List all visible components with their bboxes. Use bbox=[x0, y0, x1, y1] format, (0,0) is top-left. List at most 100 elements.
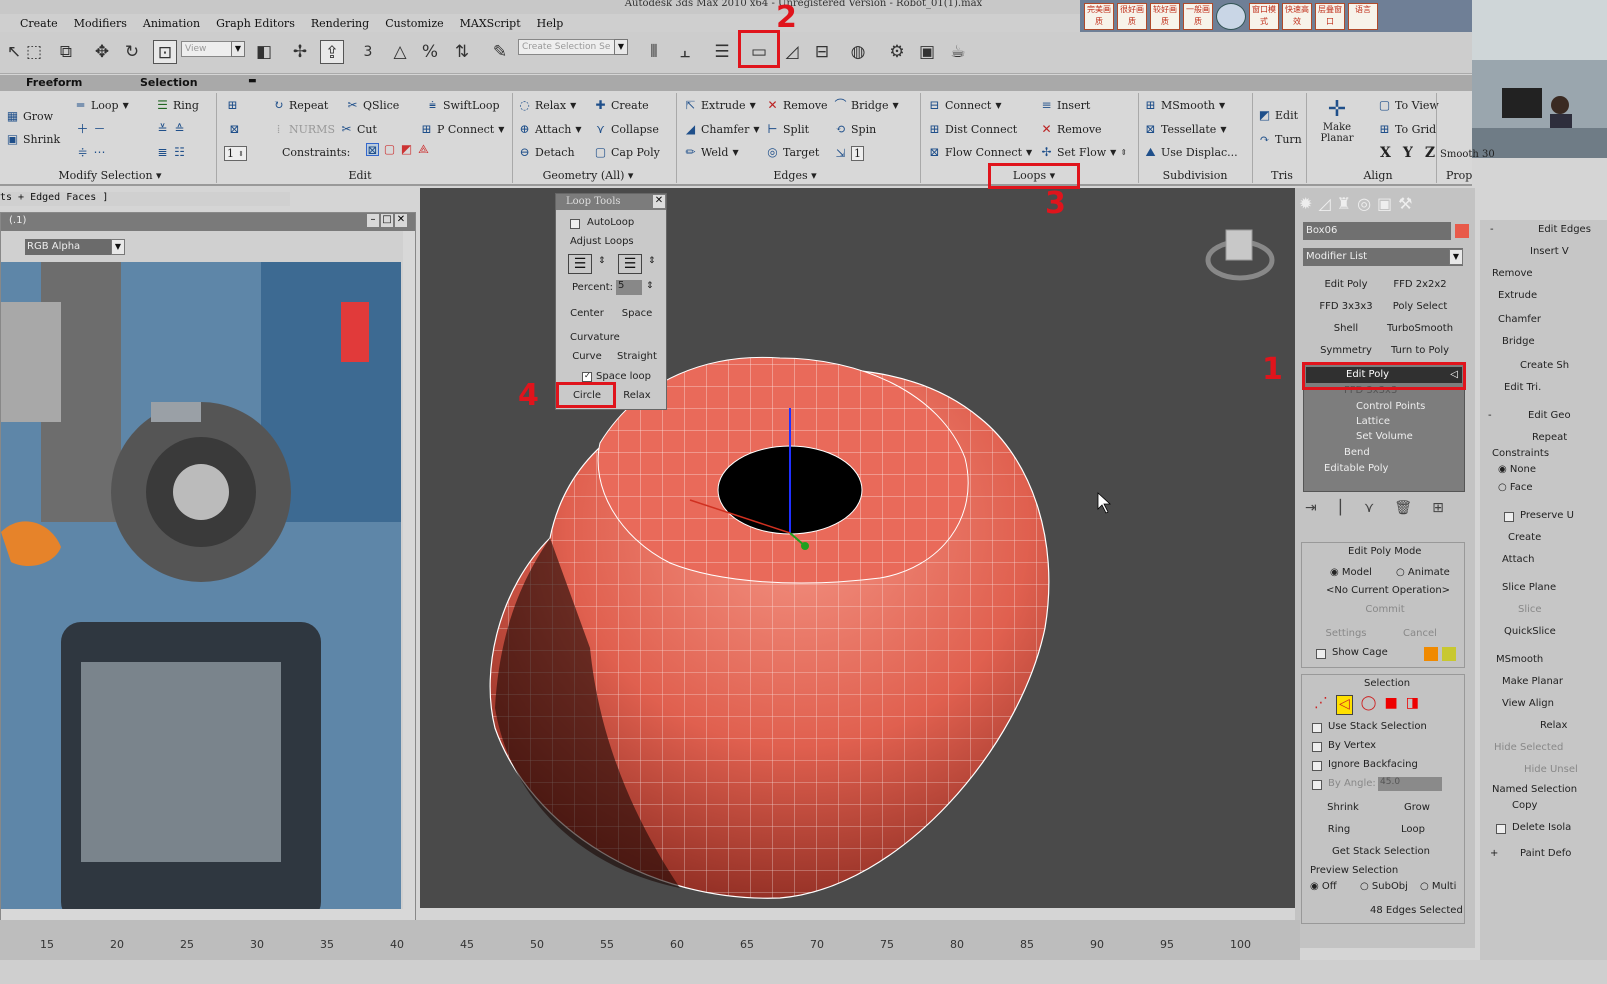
make-planar-geo-button[interactable]: Make Planar bbox=[1502, 676, 1563, 687]
create-geo-button[interactable]: Create bbox=[1508, 532, 1541, 543]
polygon-level-icon[interactable]: ■ bbox=[1384, 695, 1397, 715]
to-grid-button[interactable]: ⊞ To Grid bbox=[1378, 123, 1436, 137]
menu-rendering[interactable]: Rendering bbox=[311, 17, 369, 30]
relax-loop-button[interactable]: Relax bbox=[614, 388, 660, 404]
edit-named-sel-icon[interactable]: ✎ bbox=[488, 40, 512, 64]
maximize-icon[interactable]: □ bbox=[381, 214, 393, 227]
align-z-button[interactable]: Z bbox=[1425, 145, 1435, 161]
reference-coord-dropdown[interactable]: View bbox=[181, 41, 237, 57]
mod-edit-poly-button[interactable]: Edit Poly bbox=[1311, 276, 1381, 294]
motion-tab-icon[interactable]: ◎ bbox=[1357, 194, 1371, 216]
grow-selection-button[interactable]: Grow bbox=[1382, 799, 1452, 817]
window-mode-button[interactable]: 窗口模式 bbox=[1249, 2, 1279, 30]
cap-poly-button[interactable]: ▢ Cap Poly bbox=[594, 146, 660, 160]
vertex-level-icon[interactable]: ⋰ bbox=[1314, 695, 1328, 715]
slice-button[interactable]: Slice bbox=[1518, 604, 1542, 615]
spin-button[interactable]: ⟲ Spin bbox=[834, 123, 876, 137]
selection-title[interactable]: Selection bbox=[1364, 678, 1410, 689]
scale-icon[interactable]: ⊡ bbox=[153, 40, 177, 64]
remove-modifier-icon[interactable]: 🗑 bbox=[1394, 500, 1412, 516]
preview-subobj-radio[interactable]: ○ SubObj bbox=[1360, 881, 1408, 892]
split-button[interactable]: ⊢ Split bbox=[766, 123, 809, 137]
straight-button[interactable]: Straight bbox=[614, 349, 660, 365]
remove-button[interactable]: ✕ Remove bbox=[766, 99, 827, 113]
tessellate-button[interactable]: ⊠ Tessellate ▼ bbox=[1144, 123, 1226, 137]
menu-customize[interactable]: Customize bbox=[385, 17, 443, 30]
by-angle-checkbox[interactable] bbox=[1312, 780, 1322, 790]
spinner-icon[interactable]: ⇕ bbox=[648, 256, 656, 266]
msmooth-button[interactable]: ⊞ MSmooth ▼ bbox=[1144, 99, 1225, 113]
create-shape-button[interactable]: Create Sh bbox=[1520, 360, 1569, 371]
loop-grow-button[interactable]: ≑ ⋯ bbox=[76, 146, 106, 159]
spinner-icon[interactable]: ⇕ bbox=[646, 281, 654, 291]
configure-sets-icon[interactable]: ⊞ bbox=[1432, 500, 1444, 516]
hierarchy-tab-icon[interactable]: ♜ bbox=[1337, 194, 1351, 216]
move-icon[interactable]: ✥ bbox=[90, 40, 114, 64]
mod-ffd2-button[interactable]: FFD 2x2x2 bbox=[1385, 276, 1455, 294]
stack-item-bend[interactable]: Bend bbox=[1344, 447, 1370, 458]
tris-turn-button[interactable]: ↷ Turn bbox=[1258, 133, 1301, 147]
perspective-viewport[interactable] bbox=[420, 188, 1295, 908]
angle-input[interactable]: 45.0 bbox=[1378, 777, 1442, 791]
loop-selection-button[interactable]: Loop bbox=[1382, 821, 1444, 839]
create-tab-icon[interactable]: ✹ bbox=[1299, 194, 1312, 216]
expand-toggle[interactable]: + bbox=[1490, 848, 1498, 859]
utilities-tab-icon[interactable]: ⚒ bbox=[1398, 194, 1412, 216]
grow-button[interactable]: ▦ Grow bbox=[6, 110, 53, 124]
pconnect-button[interactable]: ⊞ P Connect ▼ bbox=[420, 123, 504, 137]
ring-shrink-button[interactable]: ≚ ≙ bbox=[156, 123, 186, 136]
selection-set-input[interactable]: Create Selection Se bbox=[518, 39, 618, 55]
percent-input[interactable]: 5 bbox=[616, 280, 642, 295]
insert-vertex-button[interactable]: Insert V bbox=[1530, 246, 1569, 257]
collapse-button[interactable]: ⋎ Collapse bbox=[594, 123, 659, 137]
loop-button[interactable]: ═ Loop ▼ bbox=[74, 99, 129, 113]
edit-spinner[interactable]: 1 ⇕ bbox=[224, 146, 247, 161]
minimize-icon[interactable]: – bbox=[367, 214, 379, 227]
bridge-edge-button[interactable]: Bridge bbox=[1502, 336, 1535, 347]
snap-icon[interactable]: 3 bbox=[356, 40, 380, 64]
display-tab-icon[interactable]: ▣ bbox=[1377, 194, 1392, 216]
loop-grow-icon[interactable]: ☰ bbox=[618, 254, 642, 274]
align-x-button[interactable]: X bbox=[1380, 145, 1391, 161]
spinner-snap-icon[interactable]: ⇅ bbox=[450, 40, 474, 64]
constraint-face-radio[interactable]: ○ Face bbox=[1498, 482, 1533, 493]
chevron-down-icon[interactable]: ▼ bbox=[231, 41, 245, 57]
relax-button[interactable]: ◌ Relax ▼ bbox=[518, 99, 576, 113]
chevron-down-icon[interactable]: ▼ bbox=[614, 39, 628, 55]
use-stack-checkbox[interactable] bbox=[1312, 723, 1322, 733]
connect-button[interactable]: ⊟ Connect ▼ bbox=[928, 99, 1001, 113]
mod-poly-select-button[interactable]: Poly Select bbox=[1385, 298, 1455, 316]
weld-button[interactable]: ✏ Weld ▼ bbox=[684, 146, 738, 160]
space-button[interactable]: Space bbox=[614, 306, 660, 322]
shrink-button[interactable]: ▣ Shrink bbox=[6, 133, 60, 147]
preserve-uv-button[interactable]: ⊠ bbox=[228, 123, 241, 136]
timeline-ruler[interactable] bbox=[0, 920, 1300, 960]
settings-button[interactable]: Settings bbox=[1312, 625, 1380, 643]
window-crossing-icon[interactable]: ⧉ bbox=[54, 40, 78, 64]
preserve-uvs-checkbox[interactable] bbox=[1504, 512, 1514, 522]
show-end-result-icon[interactable]: ⎮ bbox=[1337, 500, 1344, 516]
hide-selected-button[interactable]: Hide Selected bbox=[1494, 742, 1563, 753]
channel-dropdown[interactable]: RGB Alpha bbox=[25, 239, 115, 255]
to-view-button[interactable]: ▢ To View bbox=[1378, 99, 1439, 113]
by-vertex-checkbox[interactable] bbox=[1312, 742, 1322, 752]
stack-item-editable-poly[interactable]: Editable Poly bbox=[1324, 463, 1388, 474]
no-constraint-icon[interactable]: ⊠ bbox=[366, 143, 379, 157]
attach-button[interactable]: ⊕ Attach ▼ bbox=[518, 123, 581, 137]
tab-selection[interactable]: Selection bbox=[140, 76, 198, 89]
bridge-button[interactable]: ⌒ Bridge ▼ bbox=[834, 99, 898, 113]
relax-geo-button[interactable]: Relax bbox=[1540, 720, 1567, 731]
show-cage-checkbox[interactable] bbox=[1316, 649, 1326, 659]
spinner-icon[interactable]: ⇕ bbox=[598, 256, 606, 266]
viewcube[interactable] bbox=[1225, 229, 1253, 261]
modifier-list-dropdown[interactable]: Modifier List bbox=[1303, 248, 1463, 266]
rect-select-icon[interactable]: ⬚ bbox=[22, 40, 46, 64]
close-icon[interactable]: ✕ bbox=[653, 195, 665, 208]
menu-help[interactable]: Help bbox=[537, 17, 564, 30]
space-loop-checkbox[interactable]: ✓ bbox=[582, 371, 592, 382]
stack-item-lattice[interactable]: Lattice bbox=[1356, 416, 1390, 427]
menu-maxscript[interactable]: MAXScript bbox=[460, 17, 521, 30]
edge-level-icon[interactable]: ◁ bbox=[1336, 695, 1353, 715]
set-flow-button[interactable]: ✢ Set Flow ▼ ⇕ bbox=[1040, 146, 1127, 160]
menu-animation[interactable]: Animation bbox=[143, 17, 200, 30]
